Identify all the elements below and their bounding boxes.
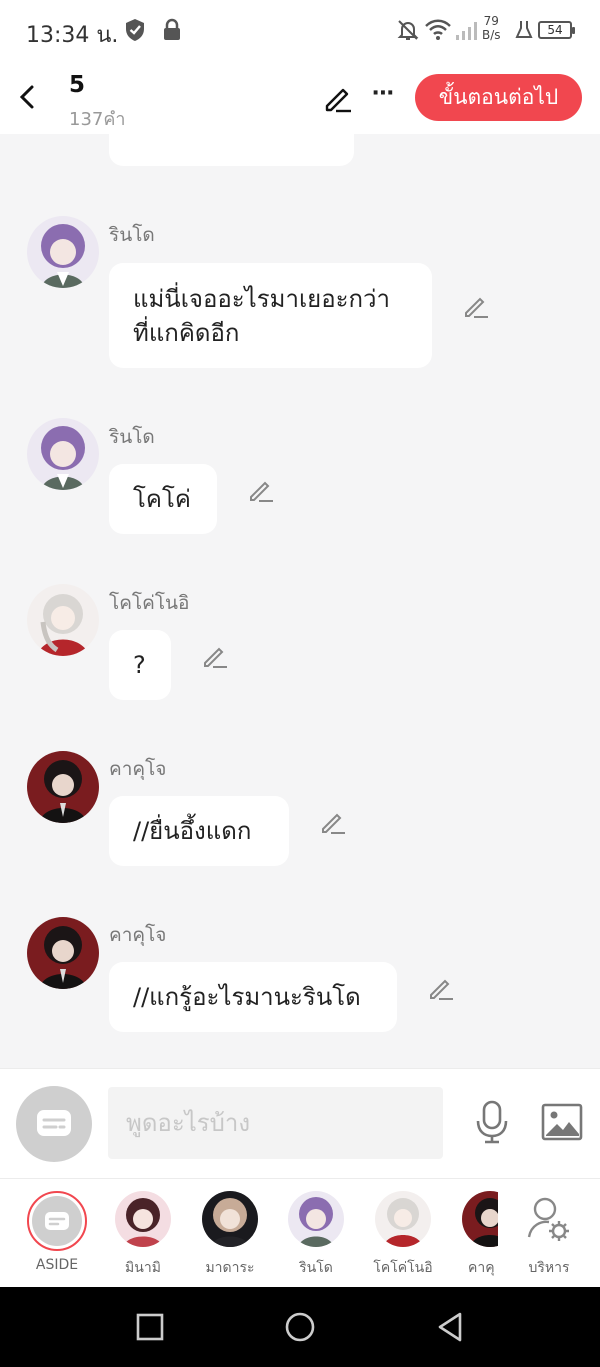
message-input[interactable]: [108, 1087, 443, 1159]
message-bubble[interactable]: //ยื่นอึ้งแดก: [109, 796, 289, 866]
network-speed-value: 79: [483, 14, 499, 28]
previous-message-bubble[interactable]: [109, 134, 354, 166]
character-selector: ASIDE มินามิ มาดาระ รินโด โคโค่โนอิ คาคุ: [0, 1178, 600, 1287]
sender-name: โคโค่โนอิ: [109, 592, 190, 614]
edit-message-icon[interactable]: [319, 808, 347, 836]
recent-apps-icon[interactable]: [134, 1311, 166, 1343]
message-bubble[interactable]: ?: [109, 630, 171, 700]
back-button[interactable]: [14, 80, 42, 114]
character-name: คาคุ: [468, 1260, 495, 1276]
sender-avatar[interactable]: [27, 917, 99, 989]
microphone-icon[interactable]: [474, 1099, 510, 1145]
character-name: มาดาระ: [205, 1260, 255, 1276]
sender-name: คาคุโจ: [109, 758, 167, 780]
chat-header: 5 137คำ ⋯ ขั้นตอนต่อไป: [0, 62, 600, 134]
more-options-button[interactable]: ⋯: [368, 82, 398, 112]
battery-indicator: 54: [538, 21, 575, 39]
edit-message-icon[interactable]: [201, 642, 229, 670]
edit-title-icon[interactable]: [322, 82, 354, 114]
character-name: ASIDE: [35, 1257, 79, 1273]
sender-avatar[interactable]: [27, 418, 99, 490]
character-name: โคโค่โนอิ: [373, 1260, 433, 1276]
lock-icon: [164, 18, 180, 40]
character-name: บริหาร: [528, 1260, 570, 1276]
sender-name: รินโด: [109, 224, 155, 246]
character-kakucho[interactable]: คาคุ: [454, 1191, 498, 1279]
aside-avatar: [27, 1191, 87, 1251]
chat-bubble-icon: [32, 1196, 82, 1246]
message-text-line: โคโค่: [133, 485, 191, 513]
back-nav-icon[interactable]: [434, 1311, 466, 1343]
message-bubble[interactable]: แม่นี่เจออะไรมาเยอะกว่า ที่แกคิดอีก: [109, 263, 432, 368]
chapter-title: 5: [69, 72, 86, 98]
edit-message-icon[interactable]: [247, 476, 275, 504]
network-speed-unit: B/s: [482, 28, 501, 42]
character-minami[interactable]: มินามิ: [107, 1191, 179, 1279]
character-rindo[interactable]: รินโด: [280, 1191, 352, 1279]
character-avatar: [375, 1191, 431, 1247]
character-name: รินโด: [299, 1260, 333, 1276]
character-avatar: [202, 1191, 258, 1247]
aside-toggle-button[interactable]: [16, 1086, 92, 1162]
character-avatar: [462, 1191, 498, 1247]
bell-off-icon: [397, 20, 419, 40]
sender-avatar[interactable]: [27, 584, 99, 656]
character-avatar: [115, 1191, 171, 1247]
message-bubble[interactable]: //แกรู้อะไรมานะรินโด: [109, 962, 397, 1032]
system-navigation-bar: [0, 1287, 600, 1367]
manage-characters-button[interactable]: บริหาร: [513, 1191, 585, 1279]
image-icon[interactable]: [541, 1103, 583, 1141]
status-bar: 13:34 น. 79 B/s 54: [0, 0, 600, 62]
sender-avatar[interactable]: [27, 216, 99, 288]
user-settings-icon: [527, 1197, 569, 1241]
wifi-icon: [425, 19, 451, 40]
status-time: 13:34 น.: [26, 23, 119, 48]
network-speed: 79 B/s: [482, 14, 501, 42]
message-text-line: แม่นี่เจออะไรมาเยอะกว่า: [133, 284, 390, 313]
word-count: 137คำ: [69, 109, 126, 130]
message-text-line: //แกรู้อะไรมานะรินโด: [133, 983, 361, 1011]
sender-name: คาคุโจ: [109, 924, 167, 946]
message-bubble[interactable]: โคโค่: [109, 464, 217, 534]
home-icon[interactable]: [284, 1311, 316, 1343]
sender-name: รินโด: [109, 426, 155, 448]
character-name: มินามิ: [125, 1260, 161, 1276]
character-aside[interactable]: ASIDE: [21, 1191, 93, 1273]
edit-message-icon[interactable]: [427, 974, 455, 1002]
sender-avatar[interactable]: [27, 751, 99, 823]
next-step-button[interactable]: ขั้นตอนต่อไป: [415, 74, 582, 121]
signal-icon: [456, 22, 477, 40]
message-text-line: ?: [133, 651, 146, 679]
shield-icon: [126, 19, 144, 41]
message-text-line: //ยื่นอึ้งแดก: [133, 817, 252, 845]
character-kokonoi[interactable]: โคโค่โนอิ: [367, 1191, 439, 1279]
chat-message-list[interactable]: รินโด แม่นี่เจออะไรมาเยอะกว่า ที่แกคิดอี…: [0, 134, 600, 1068]
character-madara[interactable]: มาดาระ: [194, 1191, 266, 1279]
flask-icon: [515, 21, 533, 38]
chat-bubble-icon: [37, 1110, 71, 1136]
character-avatar: [288, 1191, 344, 1247]
message-input-bar: [0, 1068, 600, 1178]
message-text-line: ที่แกคิดอีก: [133, 318, 240, 347]
edit-message-icon[interactable]: [462, 292, 490, 320]
